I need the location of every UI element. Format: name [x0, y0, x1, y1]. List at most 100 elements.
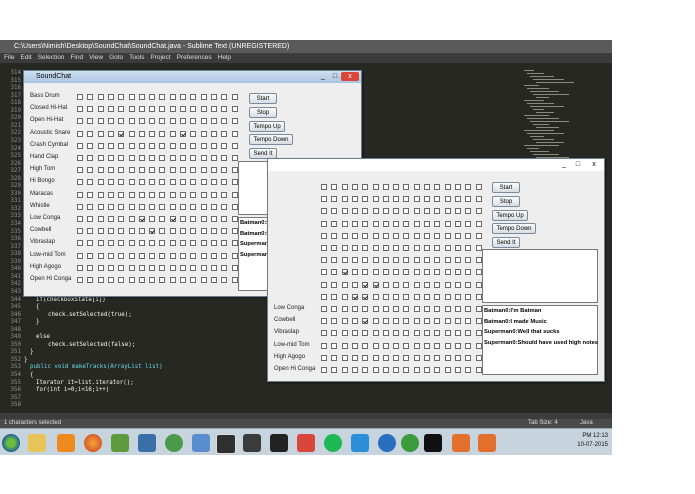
beat-checkbox[interactable] [372, 232, 379, 239]
firefox-icon[interactable] [84, 434, 102, 452]
beat-checkbox[interactable] [231, 179, 238, 186]
beat-checkbox[interactable] [444, 306, 451, 312]
beat-checkbox[interactable] [341, 342, 348, 349]
beat-checkbox[interactable] [77, 203, 83, 210]
beat-checkbox[interactable] [403, 342, 410, 349]
beat-checkbox[interactable] [169, 240, 176, 247]
beat-checkbox[interactable] [107, 252, 114, 259]
beat-checkbox[interactable] [403, 220, 410, 227]
beat-checkbox[interactable] [180, 142, 186, 149]
stop-button[interactable]: Stop [492, 195, 520, 207]
beat-checkbox[interactable] [403, 367, 410, 373]
beat-checkbox[interactable] [159, 106, 166, 113]
beat-checkbox[interactable] [393, 184, 400, 190]
beat-checkbox[interactable] [351, 318, 358, 325]
beat-checkbox[interactable] [362, 293, 369, 300]
beat-checkbox[interactable] [321, 330, 327, 337]
beat-checkbox[interactable] [341, 208, 348, 215]
beat-checkbox[interactable] [341, 367, 348, 373]
app-icon-2[interactable] [138, 434, 156, 452]
beat-checkbox[interactable] [331, 293, 338, 300]
beat-checkbox[interactable] [351, 257, 358, 264]
beat-checkbox[interactable] [465, 354, 472, 361]
beat-checkbox[interactable] [454, 342, 461, 349]
beat-checkbox[interactable] [149, 216, 156, 222]
beat-checkbox[interactable] [424, 269, 430, 276]
beat-checkbox[interactable] [475, 367, 482, 373]
beat-checkbox[interactable] [138, 252, 145, 259]
beat-checkbox[interactable] [454, 232, 461, 239]
beat-checkbox[interactable] [393, 318, 400, 325]
beat-checkbox[interactable] [87, 277, 94, 283]
beat-checkbox[interactable] [475, 281, 482, 288]
beat-checkbox[interactable] [321, 184, 327, 190]
beat-checkbox[interactable] [118, 240, 125, 247]
beat-checkbox[interactable] [97, 191, 104, 198]
beat-checkbox[interactable] [180, 130, 186, 137]
beat-checkbox[interactable] [128, 142, 135, 149]
beat-checkbox[interactable] [180, 94, 186, 100]
beat-checkbox[interactable] [403, 354, 410, 361]
beat-checkbox[interactable] [454, 354, 461, 361]
beat-checkbox[interactable] [97, 130, 104, 137]
beat-checkbox[interactable] [149, 118, 156, 125]
start-orb-icon[interactable] [2, 434, 20, 452]
beat-checkbox[interactable] [321, 257, 327, 264]
beat-checkbox[interactable] [128, 203, 135, 210]
beat-checkbox[interactable] [321, 269, 327, 276]
beat-checkbox[interactable] [87, 252, 94, 259]
maximize-icon[interactable]: □ [329, 72, 341, 81]
beat-checkbox[interactable] [138, 155, 145, 161]
beat-checkbox[interactable] [413, 269, 420, 276]
beat-checkbox[interactable] [382, 318, 389, 325]
beat-checkbox[interactable] [475, 330, 482, 337]
beat-checkbox[interactable] [118, 277, 125, 283]
beat-checkbox[interactable] [118, 106, 125, 113]
app-icon-7[interactable] [378, 434, 396, 452]
beat-checkbox[interactable] [465, 232, 472, 239]
beat-checkbox[interactable] [221, 118, 228, 125]
beat-checkbox[interactable] [159, 216, 166, 222]
beat-checkbox[interactable] [128, 167, 135, 174]
beat-checkbox[interactable] [231, 142, 238, 149]
java-icon[interactable] [452, 434, 470, 452]
beat-checkbox[interactable] [200, 106, 207, 113]
beat-checkbox[interactable] [372, 342, 379, 349]
beat-checkbox[interactable] [128, 130, 135, 137]
beat-checkbox[interactable] [444, 281, 451, 288]
beat-checkbox[interactable] [210, 228, 217, 235]
beat-checkbox[interactable] [424, 281, 430, 288]
beat-checkbox[interactable] [128, 228, 135, 235]
beat-checkbox[interactable] [444, 354, 451, 361]
beat-checkbox[interactable] [321, 196, 327, 203]
beat-checkbox[interactable] [413, 330, 420, 337]
beat-checkbox[interactable] [351, 196, 358, 203]
beat-checkbox[interactable] [454, 330, 461, 337]
beat-checkbox[interactable] [221, 264, 228, 271]
beat-checkbox[interactable] [331, 330, 338, 337]
beat-checkbox[interactable] [118, 252, 125, 259]
tempo-up-button[interactable]: Tempo Up [249, 120, 285, 132]
beat-checkbox[interactable] [393, 208, 400, 215]
menu-item-preferences[interactable]: Preferences [177, 54, 212, 61]
beat-checkbox[interactable] [77, 240, 83, 247]
beat-checkbox[interactable] [434, 184, 441, 190]
beat-checkbox[interactable] [200, 167, 207, 174]
beat-checkbox[interactable] [434, 306, 441, 312]
beat-checkbox[interactable] [200, 228, 207, 235]
beat-checkbox[interactable] [77, 118, 83, 125]
beat-checkbox[interactable] [434, 281, 441, 288]
beat-checkbox[interactable] [444, 196, 451, 203]
beat-checkbox[interactable] [403, 281, 410, 288]
beat-checkbox[interactable] [403, 208, 410, 215]
beat-checkbox[interactable] [138, 264, 145, 271]
menu-item-selection[interactable]: Selection [38, 54, 65, 61]
beat-checkbox[interactable] [200, 142, 207, 149]
beat-checkbox[interactable] [118, 179, 125, 186]
app-icon-1[interactable] [111, 434, 129, 452]
beat-checkbox[interactable] [210, 252, 217, 259]
beat-checkbox[interactable] [362, 330, 369, 337]
beat-checkbox[interactable] [434, 354, 441, 361]
spotify-icon[interactable] [324, 434, 342, 452]
beat-checkbox[interactable] [321, 367, 327, 373]
